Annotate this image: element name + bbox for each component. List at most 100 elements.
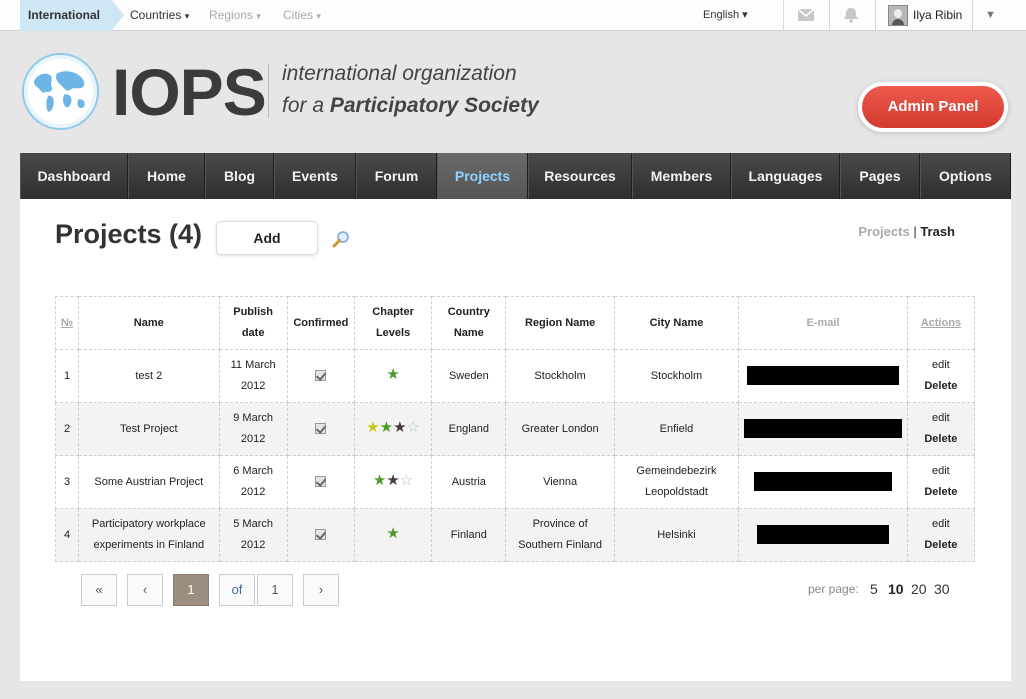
user-menu-caret-icon[interactable]: ▼ (985, 0, 996, 31)
project-name-text: experiments in Finland (93, 539, 205, 551)
delete-link[interactable]: Delete (908, 535, 974, 556)
star-icon: ★ (379, 418, 394, 436)
mail-icon[interactable] (797, 7, 815, 23)
globe-icon[interactable] (21, 52, 100, 131)
per-page-option[interactable]: 20 (911, 581, 927, 597)
cell-number: 2 (54, 402, 80, 456)
confirmed-checkbox[interactable] (315, 423, 327, 435)
publish-date-text: 6 March (233, 465, 273, 477)
regions-label: Regions (209, 8, 254, 22)
nav-item-projects[interactable]: Projects (437, 153, 528, 199)
admin-panel-button[interactable]: Admin Panel (862, 86, 1004, 128)
delete-link[interactable]: Delete (908, 376, 974, 397)
star-icon: ★ (372, 471, 387, 489)
nav-item-dashboard[interactable]: Dashboard (20, 153, 128, 199)
column-header-email: E-mail (738, 296, 908, 350)
cell-number: 3 (54, 455, 80, 509)
nav-item-options[interactable]: Options (920, 153, 1011, 199)
total-pages: 1 (257, 574, 293, 606)
avatar[interactable] (888, 5, 908, 26)
city-text: Gemeindebezirk (636, 465, 717, 477)
publish-date-text: 2012 (240, 539, 266, 551)
tagline-prefix: for a (282, 94, 330, 117)
per-page-option-selected[interactable]: 10 (888, 581, 904, 597)
cities-dropdown[interactable]: Cities ▾ (283, 0, 321, 32)
cell-actions: edit Delete (906, 349, 976, 403)
cell-project-name[interactable]: test 2 (78, 349, 220, 403)
delete-link[interactable]: Delete (908, 429, 974, 450)
bell-icon[interactable] (842, 7, 860, 23)
header-line: date (241, 327, 265, 339)
edit-link[interactable]: edit (908, 514, 974, 535)
page-title: Projects (4) (55, 219, 203, 249)
cell-confirmed (286, 349, 355, 403)
edit-link[interactable]: edit (908, 408, 974, 429)
cell-chapter-levels: ★★★☆ (353, 402, 433, 456)
nav-item-forum[interactable]: Forum (356, 153, 437, 199)
per-page-option[interactable]: 30 (934, 581, 950, 597)
nav-item-members[interactable]: Members (632, 153, 731, 199)
language-selector[interactable]: English ▾ (703, 0, 748, 31)
cell-email (738, 455, 908, 509)
region-text: Province of (532, 518, 588, 530)
cell-actions: edit Delete (906, 508, 976, 562)
column-header-number[interactable]: № (54, 296, 80, 350)
nav-item-resources[interactable]: Resources (528, 153, 632, 199)
countries-dropdown[interactable]: Countries ▾ (130, 0, 189, 32)
next-page-button[interactable]: › (303, 574, 339, 606)
nav-item-home[interactable]: Home (128, 153, 205, 199)
region-text: Stockholm (534, 369, 586, 382)
publish-date-text: 5 March (233, 518, 273, 530)
search-icon[interactable] (332, 230, 350, 248)
breadcrumb-international[interactable]: International (20, 0, 124, 31)
cell-region: Vienna (505, 455, 615, 509)
content-panel: Projects (4) Add Projects | Trash № Name… (20, 199, 1011, 681)
column-header-confirmed: Confirmed (286, 296, 355, 350)
star-icon: ★ (393, 418, 407, 436)
header-line: Country (447, 306, 490, 318)
cell-project-name[interactable]: Some Austrian Project (78, 455, 220, 509)
nav-item-pages[interactable]: Pages (840, 153, 920, 199)
per-page-label: per page: (808, 582, 859, 596)
publish-date-text: 9 March (233, 412, 273, 424)
cell-actions: edit Delete (906, 402, 976, 456)
cell-project-name[interactable]: Test Project (78, 402, 220, 456)
edit-link[interactable]: edit (908, 355, 974, 376)
main-nav: Dashboard Home Blog Events Forum Project… (20, 153, 1011, 199)
confirmed-checkbox[interactable] (315, 476, 327, 488)
nav-item-languages[interactable]: Languages (731, 153, 840, 199)
current-page[interactable]: 1 (173, 574, 209, 606)
redacted-email (756, 525, 889, 545)
table-row: 4 Participatory workplace experiments in F… (54, 508, 976, 562)
edit-link[interactable]: edit (908, 461, 974, 482)
first-page-button[interactable]: « (81, 574, 117, 606)
star-icon: ☆ (406, 418, 420, 436)
tagline-line-2: for a Participatory Society (282, 94, 539, 118)
cell-country: Sweden (431, 349, 507, 403)
cell-chapter-levels: ★ (353, 508, 433, 562)
chevron-down-icon: ▾ (184, 11, 190, 21)
cell-confirmed (286, 508, 355, 562)
prev-page-button[interactable]: ‹ (127, 574, 163, 606)
projects-view-link[interactable]: Projects (858, 224, 909, 239)
cell-project-name[interactable]: Participatory workplace experiments in Fi… (78, 508, 220, 562)
regions-dropdown[interactable]: Regions ▾ (209, 0, 261, 32)
confirmed-checkbox[interactable] (315, 370, 327, 382)
table-row: 1 test 2 11 March 2012 ★ Sweden Stockholm Stock… (54, 349, 976, 403)
user-name[interactable]: Ilya Ribin (913, 0, 962, 31)
cell-confirmed (286, 455, 355, 509)
add-project-button[interactable]: Add (216, 221, 318, 255)
logo-text[interactable]: IOPS (112, 52, 267, 132)
top-bar: International Countries ▾ Regions ▾ Citi… (0, 0, 1026, 31)
nav-item-events[interactable]: Events (274, 153, 356, 199)
per-page-option[interactable]: 5 (870, 581, 878, 597)
trash-view-link[interactable]: Trash (920, 224, 955, 239)
cell-country: Austria (431, 455, 507, 509)
confirmed-checkbox[interactable] (315, 529, 327, 541)
publish-date-text: 11 March (230, 359, 276, 371)
view-separator: | (909, 224, 921, 239)
divider (972, 0, 973, 31)
column-header-actions[interactable]: Actions (906, 296, 976, 350)
delete-link[interactable]: Delete (908, 482, 974, 503)
nav-item-blog[interactable]: Blog (205, 153, 274, 199)
